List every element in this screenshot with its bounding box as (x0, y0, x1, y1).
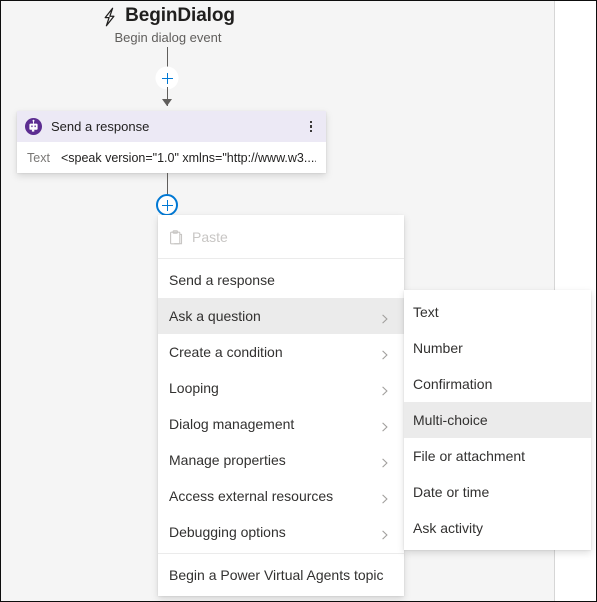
menu-item-label: Debugging options (169, 524, 286, 540)
add-node-button-top[interactable] (156, 67, 178, 89)
menu-item-label: Send a response (169, 272, 275, 288)
menu-item-manage-properties[interactable]: Manage properties (158, 442, 404, 478)
menu-item-label: Create a condition (169, 344, 283, 360)
menu-item-label: Access external resources (169, 488, 334, 504)
menu-item-label: Dialog management (169, 416, 295, 432)
lightning-bolt-icon (101, 7, 118, 27)
submenu-item-label: Ask activity (413, 520, 484, 536)
submenu-item-label: File or attachment (413, 448, 526, 464)
trigger-node[interactable]: BeginDialog Begin dialog event (1, 5, 335, 45)
node-header: Send a response (17, 111, 326, 142)
chevron-right-icon (380, 419, 390, 432)
plus-icon (161, 199, 173, 211)
clipboard-icon (169, 229, 183, 245)
submenu-item-label: Confirmation (413, 376, 493, 392)
menu-item-label: Begin a Power Virtual Agents topic (169, 567, 384, 583)
kebab-menu-icon[interactable] (302, 116, 320, 138)
menu-item-label: Looping (169, 380, 219, 396)
submenu-item-label: Number (413, 340, 463, 356)
menu-item-label: Paste (192, 229, 228, 245)
menu-item-send-a-response[interactable]: Send a response (158, 262, 404, 298)
add-node-context-menu[interactable]: Paste Send a response Ask a question Create… (158, 215, 404, 596)
trigger-subtitle: Begin dialog event (114, 30, 222, 45)
menu-divider (158, 553, 404, 554)
submenu-item-label: Text (413, 304, 439, 320)
plus-icon (161, 72, 173, 84)
connector-arrow-icon (162, 99, 172, 106)
connector-line-bottom (167, 173, 168, 195)
submenu-item-file-or-attachment[interactable]: File or attachment (404, 438, 591, 474)
chevron-right-icon (380, 383, 390, 396)
chevron-right-icon (380, 491, 390, 504)
menu-item-access-external-resources[interactable]: Access external resources (158, 478, 404, 514)
menu-item-dialog-management[interactable]: Dialog management (158, 406, 404, 442)
add-node-button-bottom[interactable] (156, 194, 178, 216)
submenu-item-text[interactable]: Text (404, 294, 591, 330)
dialog-canvas: BeginDialog Begin dialog event Send a re… (0, 0, 597, 602)
bot-response-icon (25, 118, 42, 135)
submenu-item-ask-activity[interactable]: Ask activity (404, 510, 591, 546)
chevron-right-icon (380, 311, 390, 324)
menu-item-create-a-condition[interactable]: Create a condition (158, 334, 404, 370)
menu-divider (158, 258, 404, 259)
submenu-item-label: Date or time (413, 484, 490, 500)
node-field-label: Text (27, 150, 50, 165)
menu-item-looping[interactable]: Looping (158, 370, 404, 406)
submenu-item-date-or-time[interactable]: Date or time (404, 474, 591, 510)
submenu-item-label: Multi-choice (413, 412, 488, 428)
menu-item-label: Manage properties (169, 452, 286, 468)
menu-item-ask-a-question[interactable]: Ask a question (158, 298, 404, 334)
send-a-response-node[interactable]: Send a response Text <speak version="1.0… (17, 111, 326, 173)
menu-item-begin-a-power-virtual-agents-topic[interactable]: Begin a Power Virtual Agents topic (158, 557, 404, 593)
connector-line-top (167, 47, 168, 69)
chevron-right-icon (380, 455, 390, 468)
submenu-item-multi-choice[interactable]: Multi-choice (404, 402, 591, 438)
node-field-value: <speak version="1.0" xmlns="http://www.w… (60, 150, 316, 165)
chevron-right-icon (380, 347, 390, 360)
menu-item-label: Ask a question (169, 308, 261, 324)
chevron-right-icon (380, 527, 390, 540)
ask-a-question-submenu[interactable]: Text Number Confirmation Multi-choice File o… (404, 290, 591, 550)
node-title: Send a response (51, 119, 150, 134)
node-body[interactable]: Text <speak version="1.0" xmlns="http://… (17, 142, 326, 173)
menu-item-paste: Paste (158, 219, 404, 255)
submenu-item-number[interactable]: Number (404, 330, 591, 366)
trigger-title-row: BeginDialog (1, 5, 335, 27)
menu-item-debugging-options[interactable]: Debugging options (158, 514, 404, 550)
submenu-item-confirmation[interactable]: Confirmation (404, 366, 591, 402)
trigger-title: BeginDialog (125, 5, 235, 26)
